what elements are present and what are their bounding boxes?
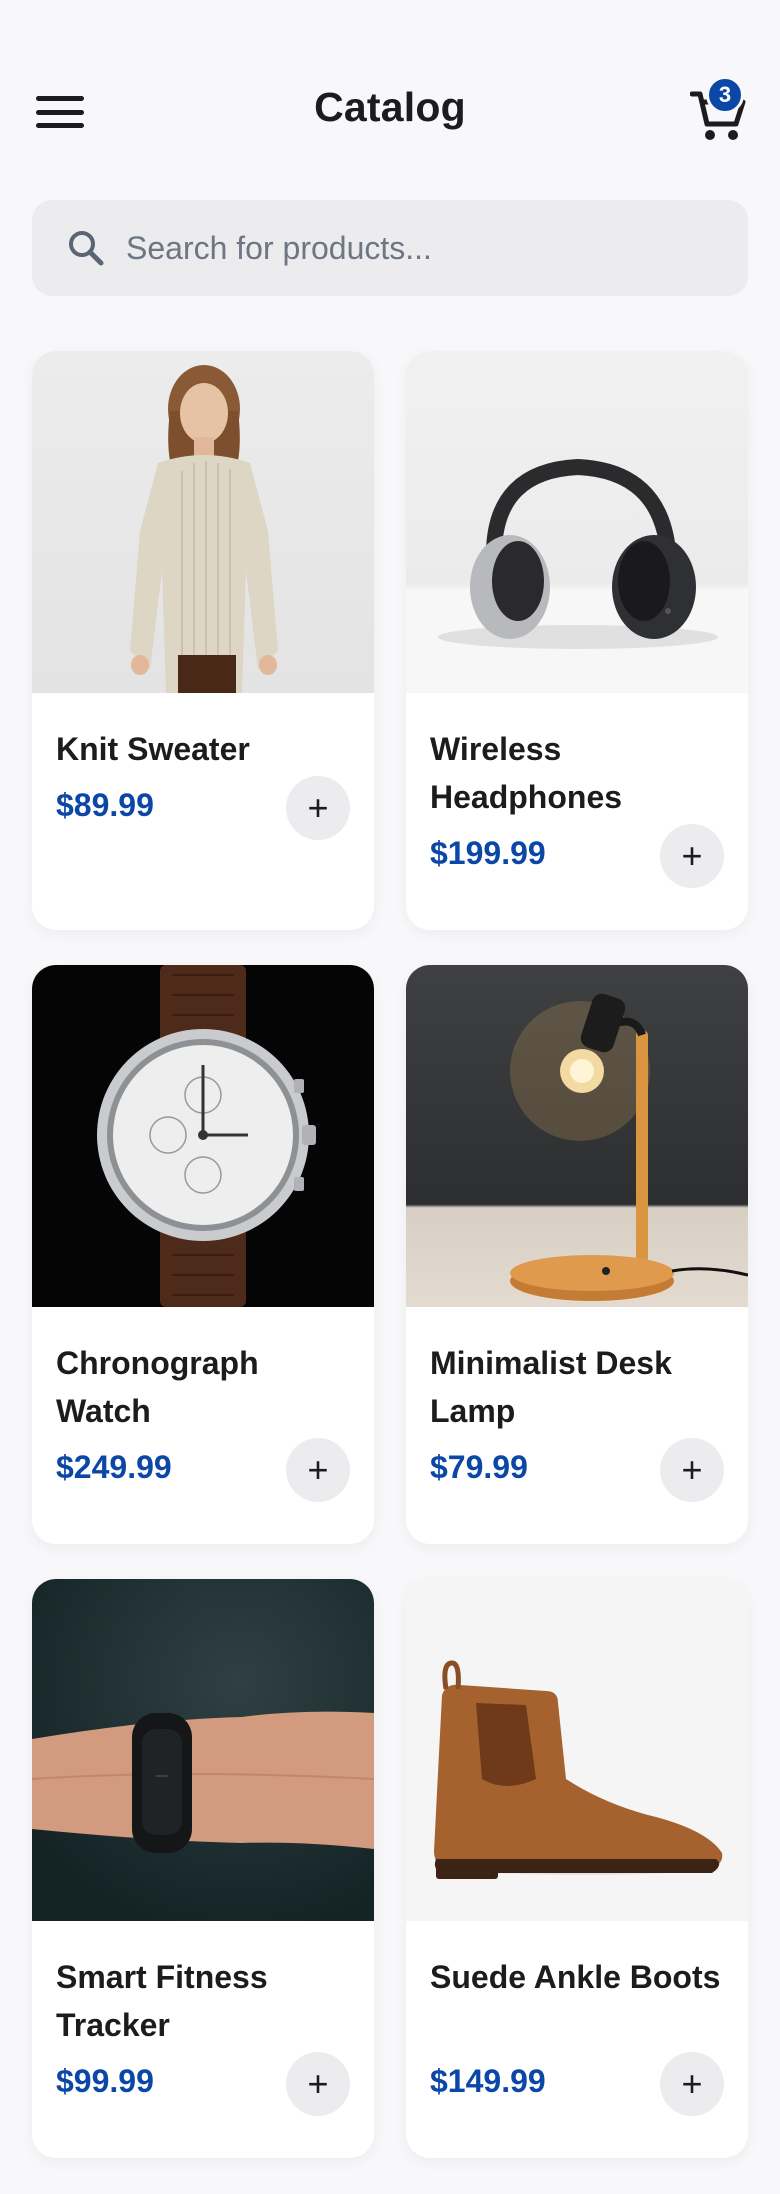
catalog-screen: Catalog 3 Search for products... Knit Sw…	[0, 0, 780, 2194]
product-image-fitness-tracker[interactable]	[32, 1579, 374, 1921]
product-name: Wireless Headphones	[430, 731, 623, 815]
product-price: $89.99	[56, 787, 154, 823]
search-icon	[66, 228, 106, 268]
page-title: Catalog	[314, 84, 466, 130]
product-card-minimalist-desk-lamp[interactable]: Minimalist Desk Lamp $79.99 +	[406, 965, 748, 1544]
cart-button[interactable]: 3	[686, 76, 750, 140]
product-name: Minimalist Desk Lamp	[430, 1345, 672, 1429]
search-bar[interactable]	[32, 200, 748, 296]
add-to-cart-button[interactable]: +	[286, 2052, 350, 2116]
product-card-wireless-headphones[interactable]: Wireless Headphones $199.99 +	[406, 351, 748, 930]
header: Catalog 3	[0, 0, 780, 175]
product-price: $199.99	[430, 835, 546, 871]
cart-count-badge: 3	[706, 76, 744, 114]
product-image-lamp[interactable]	[406, 965, 748, 1307]
add-to-cart-button[interactable]: +	[286, 776, 350, 840]
product-name: Knit Sweater	[56, 731, 250, 767]
product-image-boots[interactable]	[406, 1579, 748, 1921]
product-card-suede-ankle-boots[interactable]: Suede Ankle Boots $149.99 +	[406, 1579, 748, 2158]
product-name: Suede Ankle Boots	[430, 1959, 721, 1995]
product-price: $149.99	[430, 2063, 546, 2099]
product-price: $99.99	[56, 2063, 154, 2099]
search-input[interactable]	[124, 217, 748, 279]
add-to-cart-button[interactable]: +	[660, 824, 724, 888]
add-to-cart-button[interactable]: +	[660, 2052, 724, 2116]
product-image-watch[interactable]	[32, 965, 374, 1307]
add-to-cart-button[interactable]: +	[660, 1438, 724, 1502]
product-name: Smart Fitness Tracker	[56, 1959, 268, 2043]
product-price: $249.99	[56, 1449, 172, 1485]
product-card-knit-sweater[interactable]: Knit Sweater $89.99 +	[32, 351, 374, 930]
product-price: $79.99	[430, 1449, 528, 1485]
product-image-sweater[interactable]	[32, 351, 374, 693]
add-to-cart-button[interactable]: +	[286, 1438, 350, 1502]
product-card-smart-fitness-tracker[interactable]: Smart Fitness Tracker $99.99 +	[32, 1579, 374, 2158]
product-image-headphones[interactable]	[406, 351, 748, 693]
product-card-chronograph-watch[interactable]: Chronograph Watch $249.99 +	[32, 965, 374, 1544]
product-name: Chronograph Watch	[56, 1345, 259, 1429]
